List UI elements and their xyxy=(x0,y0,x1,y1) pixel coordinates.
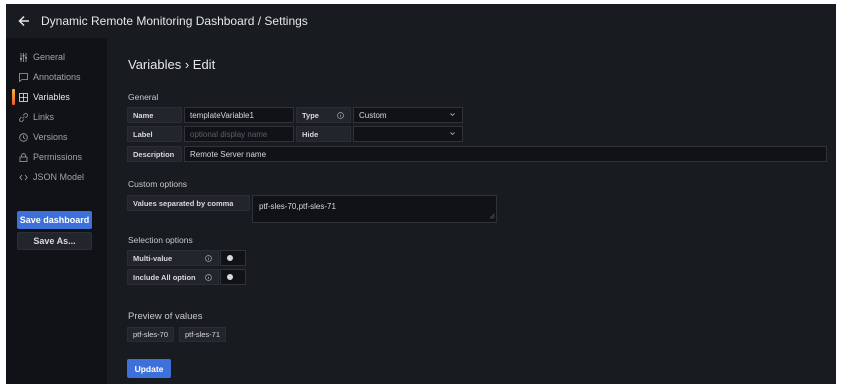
history-icon xyxy=(19,132,30,142)
code-icon xyxy=(19,173,30,182)
description-label: Description xyxy=(127,146,182,162)
values-textarea[interactable]: ptf-sles-70,ptf-sles-71 xyxy=(252,195,497,223)
update-button[interactable]: Update xyxy=(127,359,171,378)
type-label-text: Type xyxy=(302,110,319,120)
multi-value-toggle[interactable] xyxy=(220,250,246,266)
editor-heading: Variables › Edit xyxy=(128,57,216,72)
multi-value-label-text: Multi-value xyxy=(133,253,173,263)
sidebar-item-label: Links xyxy=(33,112,55,122)
general-section-title: General xyxy=(128,92,159,102)
sidebar-item-label: General xyxy=(33,52,66,62)
sidebar-item-label: Permissions xyxy=(33,152,83,162)
sidebar-item-variables[interactable]: Variables xyxy=(6,87,107,107)
resize-handle-icon[interactable] xyxy=(489,212,495,221)
sidebar-item-label: JSON Model xyxy=(33,172,85,182)
calculator-icon xyxy=(19,92,30,102)
values-text: ptf-sles-70,ptf-sles-71 xyxy=(259,202,336,211)
label-label: Label xyxy=(127,126,182,142)
lock-icon xyxy=(19,152,30,162)
include-all-label: Include All option xyxy=(127,269,219,285)
toggle-knob xyxy=(227,255,233,261)
comment-icon xyxy=(19,72,30,82)
sidebar-item-label: Versions xyxy=(33,132,68,142)
chevron-down-icon xyxy=(449,130,456,139)
include-all-toggle[interactable] xyxy=(220,269,246,285)
sliders-icon xyxy=(19,52,30,62)
sidebar-item-annotations[interactable]: Annotations xyxy=(6,67,107,87)
sidebar-item-links[interactable]: Links xyxy=(6,107,107,127)
settings-sidebar: General Annotations Variables Links Vers… xyxy=(6,38,107,384)
label-input[interactable]: optional display name xyxy=(184,126,294,142)
name-label: Name xyxy=(127,107,182,123)
multi-value-label: Multi-value xyxy=(127,250,219,266)
save-dashboard-button[interactable]: Save dashboard xyxy=(17,211,92,229)
type-label: Type xyxy=(296,107,351,123)
name-input[interactable]: templateVariable1 xyxy=(184,107,294,123)
variable-editor: Variables › Edit General Name templateVa… xyxy=(107,38,836,384)
preview-title: Preview of values xyxy=(128,311,203,322)
type-select-value: Custom xyxy=(359,110,387,120)
hide-select[interactable] xyxy=(353,126,463,142)
preview-value-chip: ptf-sles-70 xyxy=(127,327,175,342)
top-bar: Dynamic Remote Monitoring Dashboard / Se… xyxy=(6,4,836,38)
link-icon xyxy=(19,112,30,122)
sidebar-item-json-model[interactable]: JSON Model xyxy=(6,167,107,187)
custom-options-title: Custom options xyxy=(128,179,188,189)
chevron-down-icon xyxy=(449,111,456,120)
sidebar-item-label: Variables xyxy=(33,92,70,102)
info-icon[interactable] xyxy=(205,273,212,281)
sidebar-item-versions[interactable]: Versions xyxy=(6,127,107,147)
include-all-label-text: Include All option xyxy=(133,272,196,282)
page-title: Dynamic Remote Monitoring Dashboard / Se… xyxy=(41,14,308,28)
back-arrow-icon[interactable] xyxy=(16,13,32,29)
description-input[interactable]: Remote Server name xyxy=(184,146,827,162)
preview-value-chip: ptf-sles-71 xyxy=(179,327,227,342)
values-label: Values separated by comma xyxy=(127,195,250,211)
info-icon[interactable] xyxy=(205,254,212,262)
sidebar-item-permissions[interactable]: Permissions xyxy=(6,147,107,167)
app-window: Dynamic Remote Monitoring Dashboard / Se… xyxy=(6,4,836,384)
info-icon[interactable] xyxy=(337,111,344,119)
selection-options-title: Selection options xyxy=(128,235,193,245)
toggle-knob xyxy=(227,274,233,280)
hide-label: Hide xyxy=(296,126,351,142)
sidebar-item-label: Annotations xyxy=(33,72,81,82)
sidebar-item-general[interactable]: General xyxy=(6,47,107,67)
type-select[interactable]: Custom xyxy=(353,107,463,123)
save-as-button[interactable]: Save As... xyxy=(17,232,92,250)
